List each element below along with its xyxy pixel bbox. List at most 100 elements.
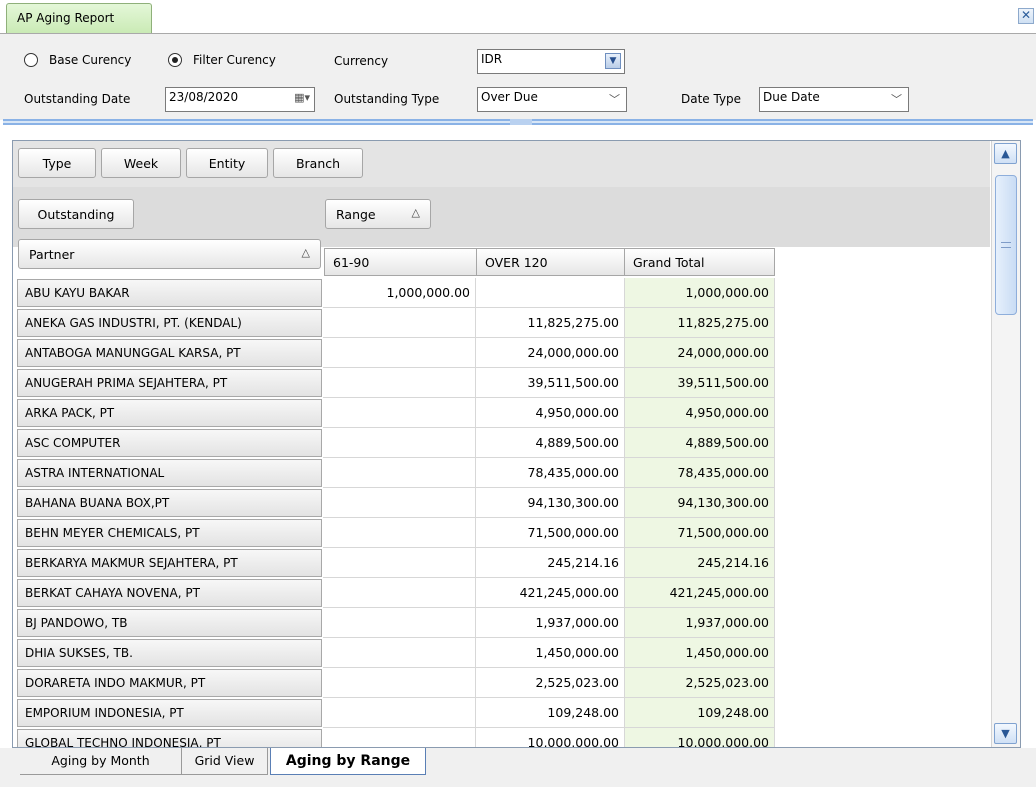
tab-ap-aging-report[interactable]: AP Aging Report	[6, 3, 152, 34]
outstanding-date-value: 23/08/2020	[169, 90, 239, 104]
row-header-partner[interactable]: EMPORIUM INDONESIA, PT	[17, 699, 322, 727]
cell-grand-total[interactable]: 1,000,000.00	[625, 278, 775, 308]
cell-grand-total[interactable]: 11,825,275.00	[625, 308, 775, 338]
cell-over-120[interactable]: 245,214.16	[476, 548, 625, 578]
cell-61-90[interactable]	[323, 638, 476, 668]
cell-61-90[interactable]	[323, 308, 476, 338]
currency-select[interactable]: IDR ▼	[477, 49, 625, 74]
cell-over-120[interactable]: 94,130,300.00	[476, 488, 625, 518]
base-currency-radio[interactable]	[24, 53, 38, 67]
filter-field-entity[interactable]: Entity	[186, 148, 268, 178]
cell-over-120[interactable]: 1,450,000.00	[476, 638, 625, 668]
splitter-grip[interactable]	[510, 119, 532, 125]
row-header-partner[interactable]: BAHANA BUANA BOX,PT	[17, 489, 322, 517]
cell-61-90[interactable]	[323, 668, 476, 698]
cell-grand-total[interactable]: 1,937,000.00	[625, 608, 775, 638]
cell-over-120[interactable]: 10,000,000.00	[476, 728, 625, 747]
row-header-partner[interactable]: ANUGERAH PRIMA SEJAHTERA, PT	[17, 369, 322, 397]
row-header-partner[interactable]: DORARETA INDO MAKMUR, PT	[17, 669, 322, 697]
cell-over-120[interactable]: 24,000,000.00	[476, 338, 625, 368]
cell-over-120[interactable]: 1,937,000.00	[476, 608, 625, 638]
row-header-partner[interactable]: ANTABOGA MANUNGGAL KARSA, PT	[17, 339, 322, 367]
row-header-partner[interactable]: ANEKA GAS INDUSTRI, PT. (KENDAL)	[17, 309, 322, 337]
cell-over-120[interactable]: 4,889,500.00	[476, 428, 625, 458]
cell-grand-total[interactable]: 78,435,000.00	[625, 458, 775, 488]
date-type-label: Date Type	[681, 92, 742, 106]
row-header-partner[interactable]: DHIA SUKSES, TB.	[17, 639, 322, 667]
cell-grand-total[interactable]: 109,248.00	[625, 698, 775, 728]
filter-field-type[interactable]: Type	[18, 148, 96, 178]
cell-grand-total[interactable]: 4,950,000.00	[625, 398, 775, 428]
vertical-scrollbar[interactable]: ▲ ▼	[991, 141, 1020, 747]
cell-61-90[interactable]	[323, 578, 476, 608]
cell-grand-total[interactable]: 2,525,023.00	[625, 668, 775, 698]
tab-aging-by-month[interactable]: Aging by Month	[20, 748, 182, 775]
cell-61-90[interactable]	[323, 608, 476, 638]
cell-grand-total[interactable]: 24,000,000.00	[625, 338, 775, 368]
cell-over-120[interactable]: 421,245,000.00	[476, 578, 625, 608]
cell-61-90[interactable]	[323, 698, 476, 728]
cell-over-120[interactable]: 2,525,023.00	[476, 668, 625, 698]
table-row: ABU KAYU BAKAR 1,000,000.00 1,000,000.00	[13, 278, 790, 308]
panel-splitter[interactable]	[3, 119, 1033, 125]
cell-61-90[interactable]	[323, 458, 476, 488]
cell-61-90[interactable]	[323, 398, 476, 428]
cell-61-90[interactable]	[323, 548, 476, 578]
cell-61-90[interactable]	[323, 428, 476, 458]
cell-grand-total[interactable]: 94,130,300.00	[625, 488, 775, 518]
row-header-partner[interactable]: BEHN MEYER CHEMICALS, PT	[17, 519, 322, 547]
cell-61-90[interactable]	[323, 368, 476, 398]
filter-currency-radio[interactable]	[168, 53, 182, 67]
row-header-partner[interactable]: BJ PANDOWO, TB	[17, 609, 322, 637]
cell-grand-total[interactable]: 71,500,000.00	[625, 518, 775, 548]
filter-field-week[interactable]: Week	[101, 148, 181, 178]
table-row: BJ PANDOWO, TB 1,937,000.00 1,937,000.00	[13, 608, 790, 638]
tab-aging-by-range[interactable]: Aging by Range	[270, 748, 426, 775]
row-header-partner[interactable]: ASC COMPUTER	[17, 429, 322, 457]
cell-grand-total[interactable]: 4,889,500.00	[625, 428, 775, 458]
filter-field-branch[interactable]: Branch	[273, 148, 363, 178]
cell-over-120[interactable]: 4,950,000.00	[476, 398, 625, 428]
row-header-partner[interactable]: BERKAT CAHAYA NOVENA, PT	[17, 579, 322, 607]
cell-grand-total[interactable]: 421,245,000.00	[625, 578, 775, 608]
row-header-partner[interactable]: ABU KAYU BAKAR	[17, 279, 322, 307]
cell-over-120[interactable]: 71,500,000.00	[476, 518, 625, 548]
dropdown-arrow-icon[interactable]: ▼	[605, 53, 621, 69]
date-type-value: Due Date	[763, 90, 820, 104]
calendar-dropdown-icon[interactable]: ▦▾	[294, 91, 310, 104]
tab-title: AP Aging Report	[17, 11, 115, 25]
cell-61-90[interactable]	[323, 518, 476, 548]
cell-over-120[interactable]: 109,248.00	[476, 698, 625, 728]
tab-grid-view[interactable]: Grid View	[182, 748, 268, 775]
row-header-partner[interactable]: BERKARYA MAKMUR SEJAHTERA, PT	[17, 549, 322, 577]
cell-over-120[interactable]: 78,435,000.00	[476, 458, 625, 488]
column-header-61-90[interactable]: 61-90	[324, 248, 477, 276]
cell-61-90[interactable]	[323, 488, 476, 518]
cell-grand-total[interactable]: 39,511,500.00	[625, 368, 775, 398]
outstanding-type-select[interactable]: Over Due ﹀	[477, 87, 627, 112]
cell-grand-total[interactable]: 1,450,000.00	[625, 638, 775, 668]
cell-over-120[interactable]: 39,511,500.00	[476, 368, 625, 398]
cell-grand-total[interactable]: 10,000,000.00	[625, 728, 775, 747]
scroll-down-icon[interactable]: ▼	[994, 723, 1017, 744]
cell-61-90[interactable]: 1,000,000.00	[323, 278, 476, 308]
row-header-partner[interactable]: ARKA PACK, PT	[17, 399, 322, 427]
date-type-select[interactable]: Due Date ﹀	[759, 87, 909, 112]
close-icon[interactable]: ✕	[1018, 8, 1034, 24]
scroll-up-icon[interactable]: ▲	[994, 143, 1017, 164]
column-header-grand-total[interactable]: Grand Total	[624, 248, 775, 276]
cell-over-120[interactable]	[476, 278, 625, 308]
data-field-outstanding[interactable]: Outstanding	[18, 199, 134, 229]
column-header-over-120[interactable]: OVER 120	[476, 248, 625, 276]
table-row: ASTRA INTERNATIONAL 78,435,000.00 78,435,0…	[13, 458, 790, 488]
row-header-partner[interactable]: GLOBAL TECHNO INDONESIA, PT	[17, 729, 322, 747]
cell-61-90[interactable]	[323, 728, 476, 747]
column-field-range[interactable]: Range △	[325, 199, 431, 229]
cell-61-90[interactable]	[323, 338, 476, 368]
cell-over-120[interactable]: 11,825,275.00	[476, 308, 625, 338]
outstanding-date-picker[interactable]: 23/08/2020 ▦▾	[165, 87, 315, 112]
row-field-partner[interactable]: Partner △	[18, 239, 321, 269]
row-header-partner[interactable]: ASTRA INTERNATIONAL	[17, 459, 322, 487]
scrollbar-thumb[interactable]	[995, 175, 1017, 315]
cell-grand-total[interactable]: 245,214.16	[625, 548, 775, 578]
